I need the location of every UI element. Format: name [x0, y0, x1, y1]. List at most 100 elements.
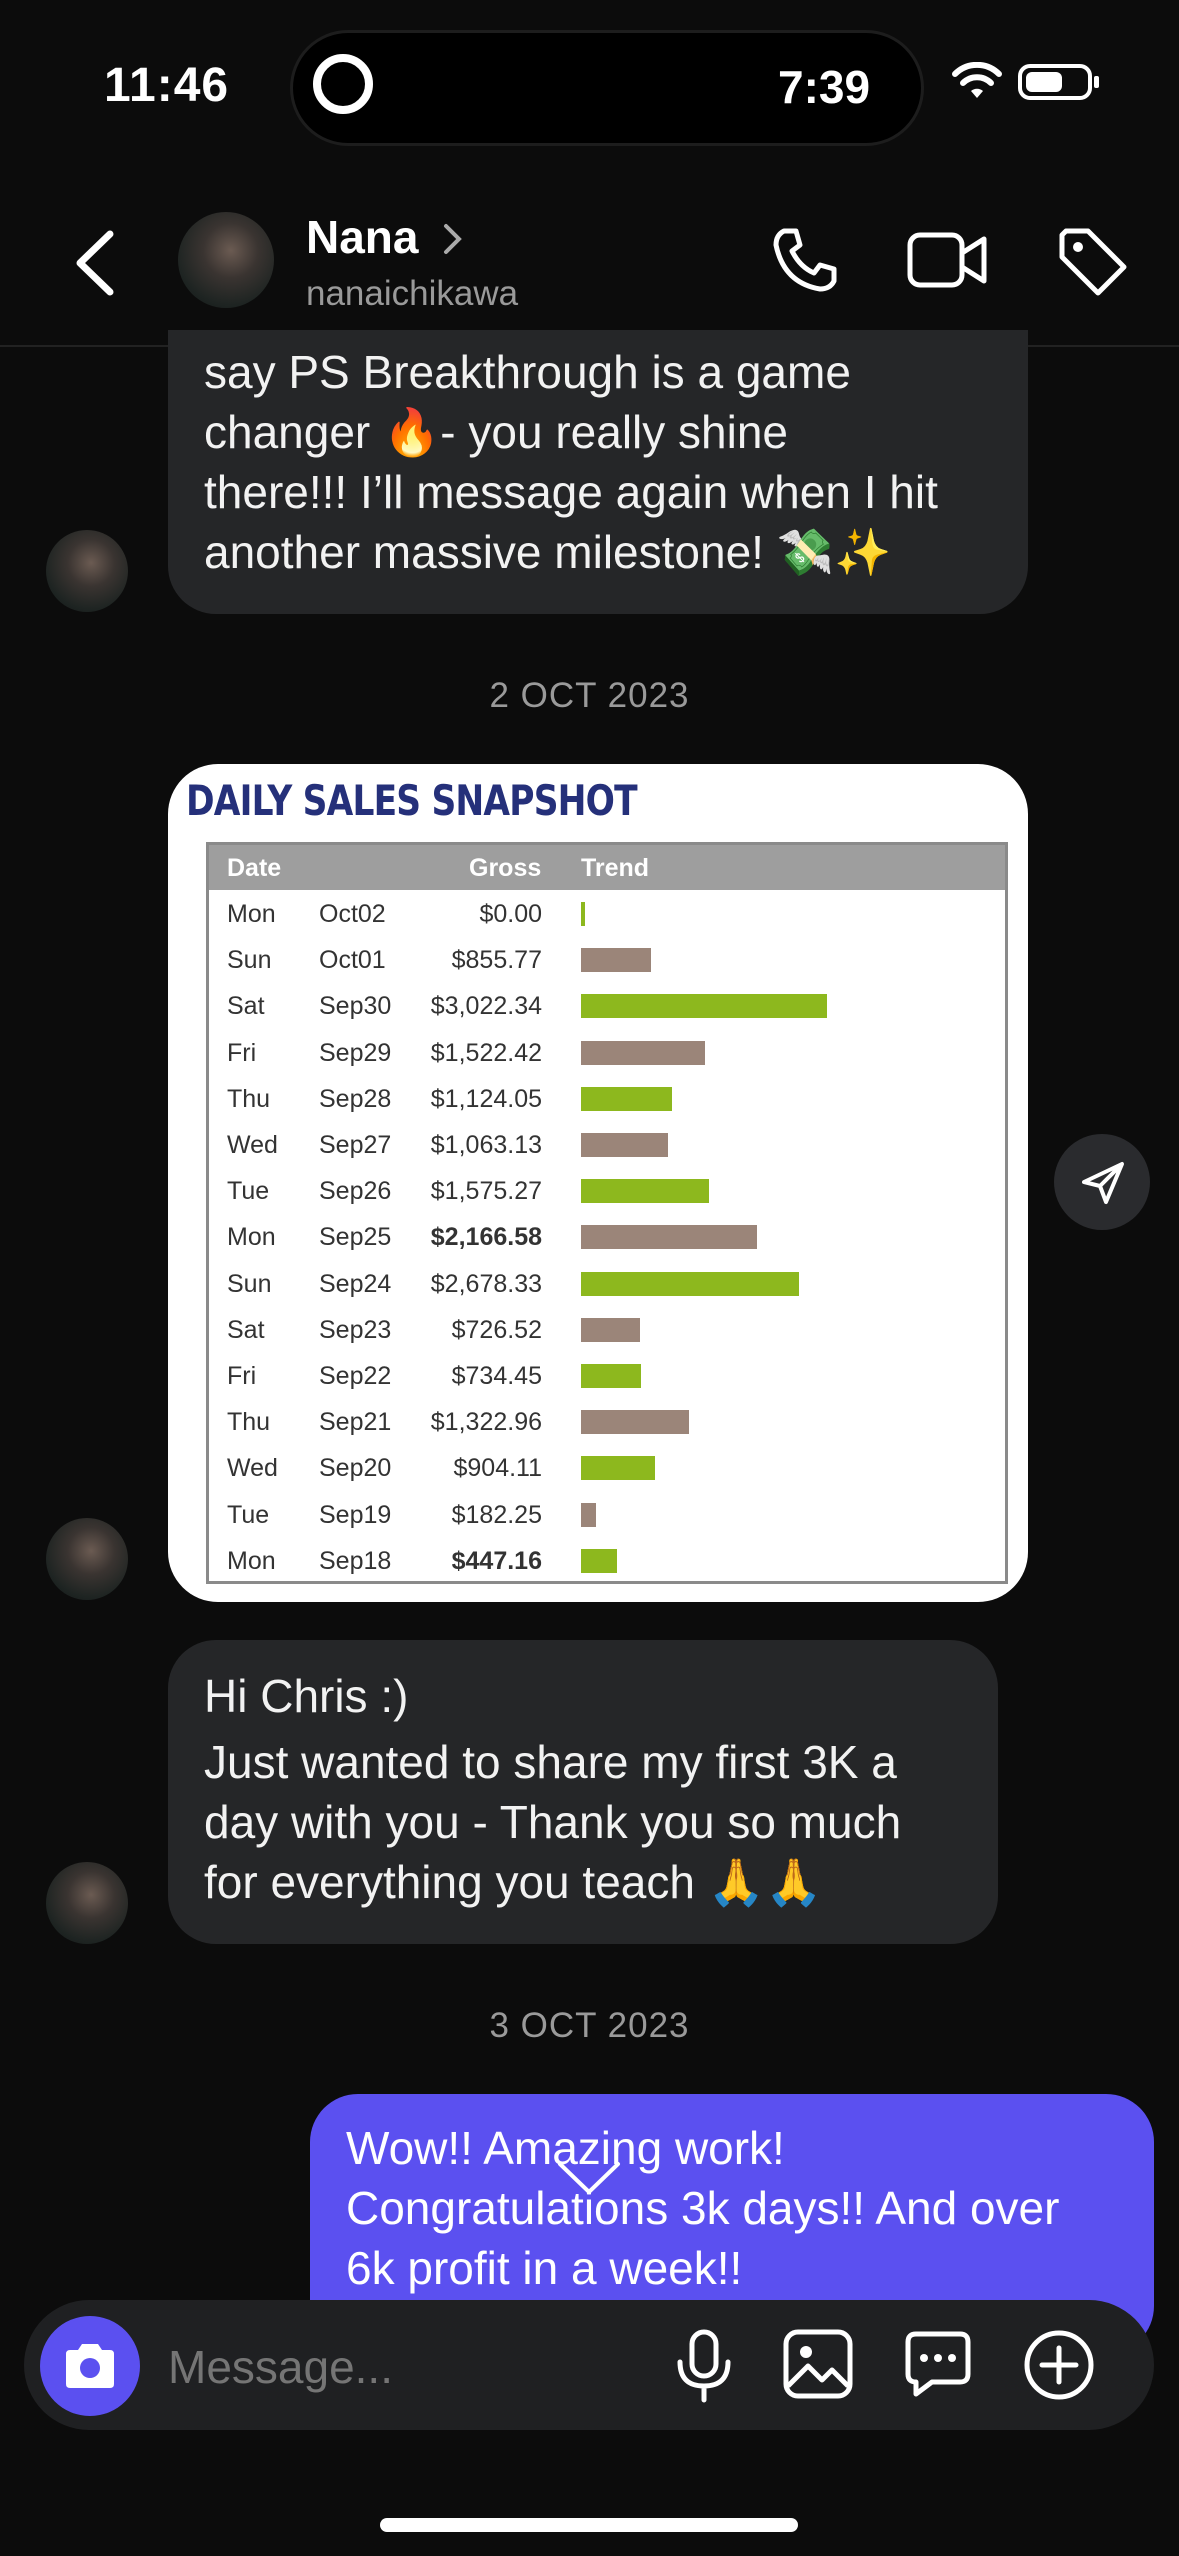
row-gross: $1,575.27 — [430, 1177, 542, 1206]
table-header: Date Gross Trend — [209, 845, 1005, 890]
table-row: Sat Sep30 $3,022.34 — [209, 982, 1005, 1028]
table-row: Fri Sep22 $734.45 — [209, 1352, 1005, 1398]
row-date: Oct02 — [319, 900, 386, 928]
contact-username[interactable]: nanaichikawa — [306, 274, 518, 314]
table-row: Sun Oct01 $855.77 — [209, 936, 1005, 982]
table-row: Tue Sep19 $182.25 — [209, 1491, 1005, 1537]
chevron-left-icon[interactable] — [70, 228, 120, 298]
header-gross: Gross — [469, 854, 542, 882]
message-text: say PS Breakthrough is a game changer 🔥-… — [204, 346, 938, 578]
date-separator: 3 OCT 2023 — [489, 2006, 690, 2045]
image-icon[interactable] — [782, 2328, 854, 2400]
trend-bar — [581, 1502, 596, 1527]
camera-button[interactable] — [40, 2316, 140, 2416]
battery-icon — [1018, 64, 1099, 100]
avatar[interactable] — [46, 1518, 128, 1600]
row-gross: $1,522.42 — [430, 1038, 542, 1067]
trend-bar — [581, 1364, 641, 1388]
row-gross: $1,063.13 — [430, 1131, 542, 1159]
row-gross: $2,166.58 — [430, 1223, 542, 1252]
table-row: Wed Sep27 $1,063.13 — [209, 1121, 1005, 1167]
contact-name[interactable]: Nana — [306, 210, 418, 264]
table-row: Mon Oct02 $0.00 — [209, 890, 1005, 936]
send-icon — [1082, 1162, 1124, 1204]
table-row: Fri Sep29 $1,522.42 — [209, 1029, 1005, 1075]
row-day: Thu — [227, 1084, 271, 1113]
snapshot-title: DAILY SALES SNAPSHOT — [186, 776, 638, 825]
row-day: Thu — [227, 1408, 271, 1437]
header-date: Date — [227, 854, 282, 882]
trend-bar — [581, 1317, 641, 1342]
row-date: Sep29 — [319, 1038, 392, 1067]
chat-header — [0, 200, 1179, 347]
avatar[interactable] — [46, 1862, 128, 1944]
chat-bubble-icon[interactable] — [902, 2328, 974, 2400]
row-date: Sep24 — [319, 1269, 392, 1298]
row-day: Sat — [227, 992, 265, 1021]
row-day: Sun — [227, 946, 272, 975]
trend-bar — [581, 1179, 710, 1204]
message-text: Wow!! Amazing work! Congratulations 3k d… — [346, 2122, 1060, 2294]
trend-bar — [581, 994, 827, 1019]
row-day: Fri — [227, 1038, 257, 1067]
table-row: Thu Sep21 $1,322.96 — [209, 1398, 1005, 1444]
row-date: Sep27 — [319, 1131, 392, 1159]
trend-bar — [581, 1271, 799, 1296]
row-day: Sun — [227, 1269, 272, 1298]
chevron-right-icon[interactable] — [442, 222, 464, 256]
row-gross: $3,022.34 — [430, 992, 542, 1021]
trend-bar — [581, 1456, 655, 1481]
row-day: Tue — [227, 1177, 270, 1206]
home-indicator — [380, 2518, 798, 2532]
trend-bar — [581, 1040, 705, 1065]
row-day: Sat — [227, 1315, 265, 1344]
row-date: Sep25 — [319, 1223, 392, 1252]
row-date: Sep19 — [319, 1500, 392, 1529]
table-row: Tue Sep26 $1,575.27 — [209, 1167, 1005, 1213]
row-day: Mon — [227, 1546, 276, 1575]
table-row: Sat Sep23 $726.52 — [209, 1306, 1005, 1352]
sales-snapshot-image[interactable]: DAILY SALES SNAPSHOT Date Gross Trend Mo… — [168, 764, 1028, 1602]
table-row: Thu Sep28 $1,124.05 — [209, 1075, 1005, 1121]
plus-circle-icon[interactable] — [1022, 2328, 1096, 2402]
trend-bar — [581, 1410, 689, 1435]
row-gross: $726.52 — [451, 1315, 542, 1344]
tag-icon[interactable] — [1056, 225, 1130, 299]
table-row: Mon Sep18 $447.16 — [209, 1537, 1005, 1583]
row-day: Fri — [227, 1362, 257, 1390]
row-gross: $447.16 — [451, 1546, 542, 1575]
trend-bar — [581, 1548, 618, 1573]
scroll-down-chevron-icon[interactable] — [556, 2160, 622, 2196]
table-row: Sun Sep24 $2,678.33 — [209, 1260, 1005, 1306]
row-date: Sep21 — [319, 1408, 392, 1437]
row-date: Sep26 — [319, 1177, 392, 1206]
trend-bar — [581, 1133, 668, 1157]
row-date: Sep22 — [319, 1362, 392, 1390]
status-time: 11:46 — [104, 59, 230, 112]
row-date: Sep28 — [319, 1084, 392, 1113]
trend-bar — [581, 902, 585, 926]
row-date: Sep20 — [319, 1454, 392, 1483]
row-day: Tue — [227, 1500, 270, 1529]
message-text: Hi Chris :) Just wanted to share my firs… — [204, 1670, 902, 1908]
row-gross: $2,678.33 — [430, 1269, 542, 1298]
share-button[interactable] — [1054, 1134, 1150, 1230]
date-separator: 2 OCT 2023 — [489, 676, 690, 715]
row-day: Mon — [227, 1223, 276, 1252]
camera-icon — [66, 2344, 114, 2388]
table-row: Mon Sep25 $2,166.58 — [209, 1213, 1005, 1259]
microphone-icon[interactable] — [672, 2328, 736, 2404]
message-input[interactable] — [168, 2340, 648, 2394]
video-icon[interactable] — [906, 225, 990, 295]
row-date: Sep23 — [319, 1315, 392, 1344]
avatar[interactable] — [46, 530, 128, 612]
phone-icon[interactable] — [770, 225, 840, 295]
row-gross: $0.00 — [479, 900, 542, 928]
row-day: Wed — [227, 1131, 278, 1159]
row-date: Sep18 — [319, 1546, 392, 1575]
header-trend: Trend — [581, 854, 650, 882]
avatar[interactable] — [178, 212, 274, 308]
row-day: Mon — [227, 900, 276, 928]
island-timer: 7:39 — [778, 61, 871, 113]
trend-bar — [581, 1225, 758, 1250]
